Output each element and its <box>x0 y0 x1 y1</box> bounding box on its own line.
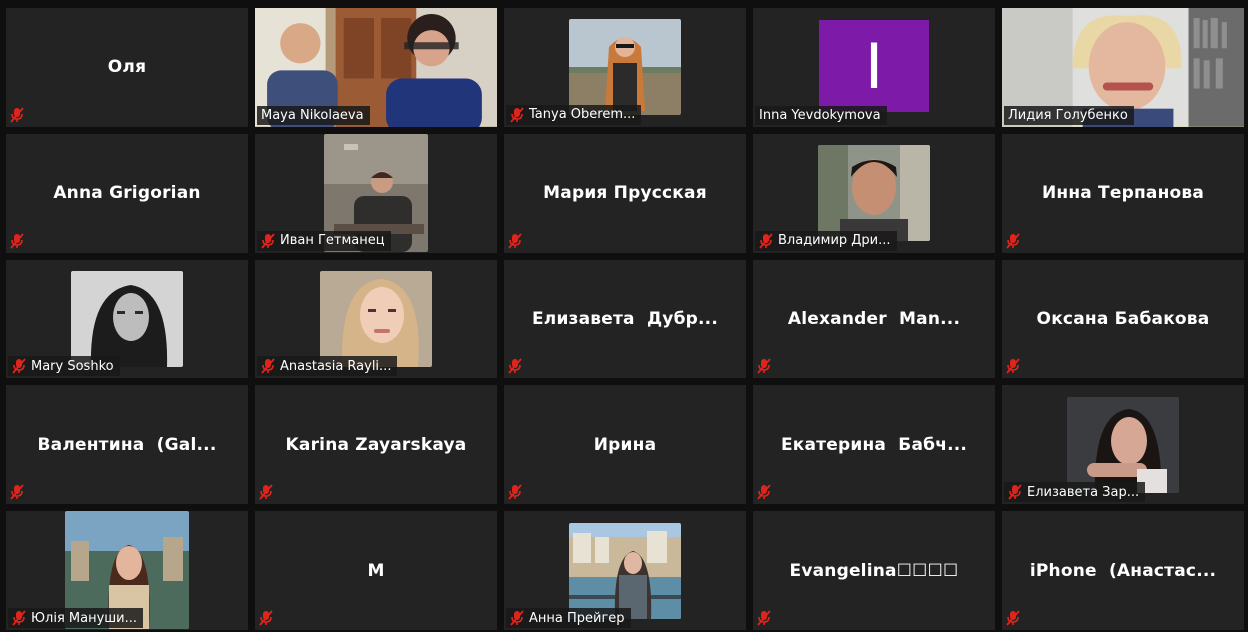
participant-name: Юлія Мануши... <box>31 610 138 626</box>
participant-tile[interactable]: Оксана Бабакова <box>1002 259 1244 379</box>
participant-name: Инна Терпанова <box>1041 183 1205 204</box>
participant-tile[interactable]: Ирина <box>504 385 746 505</box>
participant-name-label: Maya Nikolaeva <box>257 105 370 125</box>
mic-off-icon <box>261 233 275 249</box>
participant-name: Karina Zayarskaya <box>285 434 467 455</box>
participant-tile[interactable]: Anastasia Rayli... <box>255 259 497 379</box>
participant-name-label: Иван Гетманец <box>257 230 391 251</box>
gallery-grid: Оля Maya Nikolaeva Tanya Oberem... I Inna Ye… <box>6 8 1244 630</box>
participant-tile[interactable]: Mary Soshko <box>6 259 248 379</box>
video-feed <box>818 145 930 242</box>
participant-name: M <box>367 560 385 581</box>
video-feed <box>569 19 681 116</box>
participant-name: Елизавета Дубр... <box>531 308 718 329</box>
participant-tile[interactable]: Валентина (Gal... <box>6 385 248 505</box>
participant-name: Maya Nikolaeva <box>261 107 364 123</box>
participant-name-label: Владимир Дри... <box>755 230 897 251</box>
video-feed <box>71 270 183 367</box>
video-feed <box>320 270 432 367</box>
participant-name: Мария Прусская <box>543 183 707 204</box>
mic-off-icon <box>757 484 771 500</box>
participant-name-label: Юлія Мануши... <box>8 608 144 628</box>
mic-off-icon <box>261 358 275 374</box>
mic-off-icon <box>12 610 26 626</box>
mic-off-icon <box>1006 610 1020 626</box>
mic-off-icon <box>259 484 273 500</box>
participant-tile[interactable]: Юлія Мануши... <box>6 511 248 630</box>
mic-off-icon <box>259 610 273 626</box>
participant-name-label: Елизавета Зар... <box>1004 482 1146 503</box>
participant-tile[interactable]: Alexander Man... <box>753 259 995 379</box>
mic-off-icon <box>759 233 773 249</box>
participant-name: Анна Прейгер <box>529 610 625 626</box>
participant-name-label: Tanya Oberem... <box>506 104 642 125</box>
participant-tile[interactable]: Елизавета Зар... <box>1002 385 1244 505</box>
participant-name: Evangelina☐☐☐☐ <box>789 560 959 581</box>
participant-tile[interactable]: Анна Прейгер <box>504 511 746 630</box>
mic-off-icon <box>757 610 771 626</box>
participant-tile[interactable]: M <box>255 511 497 630</box>
mic-off-icon <box>10 484 24 500</box>
participant-name-label: Inna Yevdokymova <box>755 105 887 125</box>
mic-off-icon <box>1006 358 1020 374</box>
participant-tile[interactable]: iPhone (Анастас... <box>1002 511 1244 630</box>
participant-tile[interactable]: Владимир Дри... <box>753 133 995 253</box>
participant-name: Елизавета Зар... <box>1027 484 1140 500</box>
mic-off-icon <box>757 358 771 374</box>
participant-name: iPhone (Анастас... <box>1029 560 1217 581</box>
participant-tile[interactable]: Екатерина Бабч... <box>753 385 995 505</box>
participant-tile[interactable]: Maya Nikolaeva <box>255 8 497 127</box>
participant-tile[interactable]: Tanya Oberem... <box>504 8 746 127</box>
mic-off-icon <box>10 233 24 249</box>
video-feed <box>1067 396 1179 493</box>
avatar-letter: I <box>864 29 884 103</box>
mic-off-icon <box>508 233 522 249</box>
mic-off-icon <box>508 484 522 500</box>
participant-name-label: Mary Soshko <box>8 356 120 377</box>
participant-name: Оля <box>107 57 147 78</box>
participant-tile[interactable]: Елизавета Дубр... <box>504 259 746 379</box>
mic-off-icon <box>508 358 522 374</box>
mic-off-icon <box>1006 233 1020 249</box>
participant-name: Alexander Man... <box>787 308 961 329</box>
video-feed <box>569 522 681 619</box>
mic-off-icon <box>1008 484 1022 500</box>
participant-name: Anna Grigorian <box>53 183 201 204</box>
participant-name: Mary Soshko <box>31 358 114 374</box>
participant-tile[interactable]: Иван Гетманец <box>255 133 497 253</box>
participant-tile[interactable]: Мария Прусская <box>504 133 746 253</box>
participant-name: Иван Гетманец <box>280 233 385 249</box>
participant-tile[interactable]: Лидия Голубенко <box>1002 8 1244 127</box>
avatar: I <box>819 20 929 112</box>
participant-tile[interactable]: I Inna Yevdokymova <box>753 8 995 127</box>
participant-tile[interactable]: Инна Терпанова <box>1002 133 1244 253</box>
participant-tile[interactable]: Anna Grigorian <box>6 133 248 253</box>
participant-name: Оксана Бабакова <box>1036 308 1210 329</box>
participant-name-label: Лидия Голубенко <box>1004 105 1134 125</box>
participant-name: Екатерина Бабч... <box>780 434 968 455</box>
participant-tile[interactable]: Оля <box>6 8 248 127</box>
mic-off-icon <box>510 107 524 123</box>
participant-tile[interactable]: Evangelina☐☐☐☐ <box>753 511 995 630</box>
participant-name-label: Anastasia Rayli... <box>257 356 398 377</box>
participant-name: Лидия Голубенко <box>1008 107 1128 123</box>
participant-name: Inna Yevdokymova <box>759 107 881 123</box>
participant-name: Tanya Oberem... <box>529 107 636 123</box>
participant-name: Владимир Дри... <box>778 233 891 249</box>
mic-off-icon <box>510 610 524 626</box>
mic-off-icon <box>12 358 26 374</box>
participant-tile[interactable]: Karina Zayarskaya <box>255 385 497 505</box>
participant-name: Ирина <box>593 434 657 455</box>
participant-name-label: Анна Прейгер <box>506 608 631 628</box>
participant-name: Валентина (Gal... <box>37 434 217 455</box>
participant-name: Anastasia Rayli... <box>280 358 392 374</box>
mic-off-icon <box>10 107 24 123</box>
